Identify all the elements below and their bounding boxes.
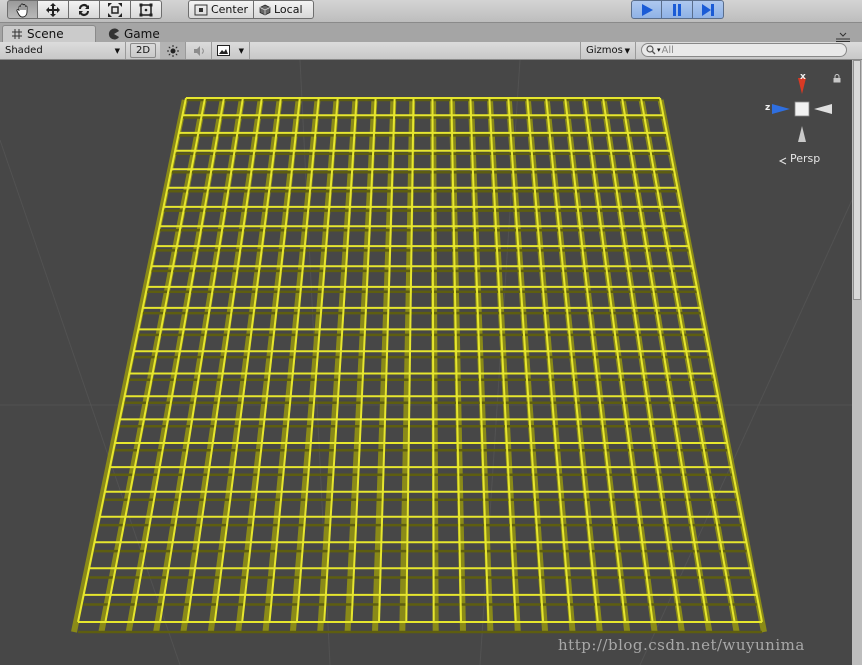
scene-canvas xyxy=(0,60,852,665)
tab-scene-label: Scene xyxy=(27,27,64,41)
scale-tool-button[interactable] xyxy=(100,0,131,19)
vertical-scrollbar[interactable] xyxy=(852,60,862,665)
move-tool-button[interactable] xyxy=(38,0,69,19)
rotation-local-label: Local xyxy=(274,3,303,16)
speaker-icon xyxy=(193,45,204,56)
dropdown-arrow-icon: ▼ xyxy=(624,46,630,55)
search-icon xyxy=(646,45,656,55)
step-button[interactable] xyxy=(693,0,724,19)
grid-column-line xyxy=(659,97,763,623)
yellow-grid-mesh xyxy=(77,97,763,623)
grid-column-line xyxy=(469,97,490,623)
shading-mode-dropdown[interactable]: Shaded ▼ xyxy=(0,42,126,59)
search-field[interactable]: ▾ All xyxy=(641,43,847,57)
effects-dropdown[interactable]: ▼ xyxy=(212,42,250,59)
game-pacman-icon xyxy=(108,28,119,39)
hand-tool-button[interactable] xyxy=(7,0,38,19)
dropdown-arrow-icon: ▼ xyxy=(114,46,120,55)
watermark-text: http://blog.csdn.net/wuyunima xyxy=(558,636,805,654)
local-cube-icon xyxy=(259,4,271,15)
projection-toggle[interactable]: Persp xyxy=(778,152,820,165)
grid-column-line xyxy=(295,97,339,623)
axis-gizmo-icon xyxy=(772,78,832,142)
scene-grid-icon xyxy=(12,29,22,39)
scrollbar-thumb[interactable] xyxy=(853,60,861,300)
shading-mode-label: Shaded xyxy=(5,45,43,56)
gizmo-z-label: z xyxy=(765,103,771,113)
search-dropdown-icon: ▾ xyxy=(657,46,661,54)
rect-transform-icon xyxy=(139,3,153,16)
grid-column-line xyxy=(268,97,320,623)
playback-controls xyxy=(631,0,724,19)
step-icon xyxy=(702,3,714,16)
transform-tools xyxy=(7,0,162,19)
pivot-center-button[interactable]: Center xyxy=(188,0,254,19)
tab-game[interactable]: Game xyxy=(100,25,170,42)
projection-label: Persp xyxy=(790,152,821,165)
persp-arrow-icon xyxy=(778,155,787,165)
rotate-icon xyxy=(79,3,89,16)
grid-column-line xyxy=(131,97,225,623)
play-icon xyxy=(641,3,653,16)
window-tab-bar: Scene Game xyxy=(0,23,862,42)
tab-scene[interactable]: Scene xyxy=(2,25,96,42)
move-icon xyxy=(46,2,60,17)
toggle-2d-label: 2D xyxy=(135,45,151,56)
image-effects-icon xyxy=(217,45,230,56)
pivot-center-icon xyxy=(194,4,208,15)
gizmo-lock-toggle[interactable] xyxy=(833,68,841,87)
gizmos-dropdown[interactable]: Gizmos ▼ xyxy=(580,42,636,59)
grid-column-line xyxy=(621,97,709,623)
grid-column-line xyxy=(431,97,435,623)
tab-game-label: Game xyxy=(124,26,160,41)
pivot-toggles: Center Local xyxy=(188,0,314,19)
scale-icon xyxy=(108,2,122,17)
grid-column-line xyxy=(159,97,244,623)
rotate-tool-button[interactable] xyxy=(69,0,100,19)
grid-column-line xyxy=(104,97,206,623)
grid-column-line xyxy=(640,97,736,623)
toggle-2d-button[interactable]: 2D xyxy=(130,43,156,58)
pause-button[interactable] xyxy=(662,0,693,19)
gizmo-x-label: x xyxy=(800,72,806,82)
pivot-center-label: Center xyxy=(210,3,248,16)
grid-column-line xyxy=(526,97,572,623)
hand-icon xyxy=(15,3,27,17)
menu-icon xyxy=(836,32,850,42)
scene-view-toolbar: Shaded ▼ 2D ▼ Gizmos ▼ ▾ All xyxy=(0,42,862,60)
gizmos-label: Gizmos xyxy=(586,45,623,56)
main-toolbar: Center Local xyxy=(0,0,862,23)
rotation-local-button[interactable]: Local xyxy=(254,0,314,19)
rect-tool-button[interactable] xyxy=(131,0,162,19)
lighting-toggle[interactable] xyxy=(160,42,186,59)
dropdown-arrow-icon: ▼ xyxy=(238,46,244,55)
audio-toggle[interactable] xyxy=(186,42,212,59)
sun-icon xyxy=(166,44,179,57)
scene-viewport[interactable] xyxy=(0,60,852,665)
search-placeholder: All xyxy=(661,44,674,56)
play-button[interactable] xyxy=(631,0,662,19)
lock-icon xyxy=(833,74,841,83)
grid-column-line xyxy=(378,97,396,623)
pause-icon xyxy=(673,3,681,16)
grid-column-line xyxy=(350,97,377,623)
